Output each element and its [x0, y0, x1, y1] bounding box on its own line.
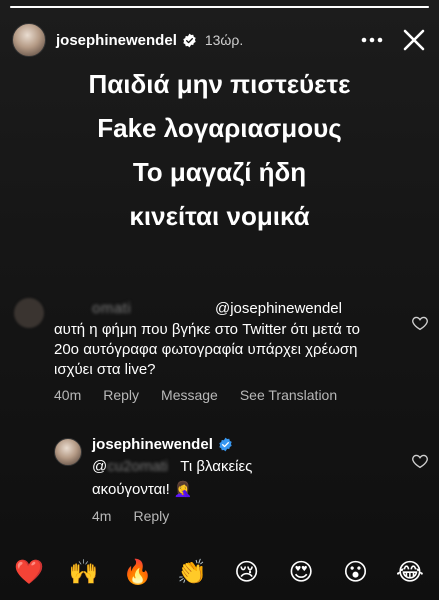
reply-meta: 4m Reply [92, 508, 169, 524]
reply-text: Τι βλακείες [180, 458, 253, 475]
story-progress-bar [10, 6, 429, 8]
headline-line: κινείται νομικά [129, 201, 310, 231]
story-header: josephinewendel 13ώρ. [12, 18, 429, 62]
story-progress-fill [10, 6, 429, 8]
verified-icon [182, 33, 197, 48]
close-icon[interactable] [399, 25, 429, 55]
reply-button[interactable]: Reply [103, 387, 139, 403]
message-button[interactable]: Message [161, 387, 218, 403]
reply-username[interactable]: josephinewendel [92, 436, 213, 453]
comment-meta: 40m Reply Message See Translation [54, 387, 337, 403]
reaction-clap[interactable]: 👏 [177, 558, 207, 586]
quick-reactions-bar: ❤️ 🙌 🔥 👏 😢 😍 😮 😂 [0, 552, 439, 592]
story-time: 13ώρ. [204, 32, 244, 48]
story-viewer: josephinewendel 13ώρ. Παιδιά μην πιστεύε… [0, 0, 439, 600]
comment-time: 40m [54, 387, 82, 403]
reaction-heart[interactable]: ❤️ [14, 558, 44, 586]
headline-line: Fake λογαριασμους [97, 113, 342, 143]
reply-username-row: josephinewendel [92, 436, 233, 453]
reaction-laughing[interactable]: 😂 [395, 558, 425, 586]
comment-mention[interactable]: @josephinewendel [215, 300, 342, 317]
reply-button[interactable]: Reply [133, 508, 169, 524]
comment-reply: josephinewendel @cu2omati Τι βλακείες ακ… [0, 432, 439, 532]
reaction-heart-eyes[interactable]: 😍 [286, 558, 316, 586]
avatar[interactable] [12, 23, 46, 57]
heart-icon[interactable] [411, 314, 429, 332]
comment-question: omati @josephinewendel αυτή η φήμη που β… [0, 292, 439, 410]
comment-text: αυτή η φήμη που βγήκε στο Twitter ότι με… [54, 321, 361, 378]
commenter-avatar[interactable] [14, 298, 44, 328]
reply-avatar[interactable] [54, 438, 82, 466]
see-translation-button[interactable]: See Translation [240, 387, 337, 403]
reaction-fire[interactable]: 🔥 [123, 558, 153, 586]
story-username[interactable]: josephinewendel [56, 32, 177, 49]
reaction-surprised[interactable]: 😮 [341, 558, 371, 586]
reply-mention-prefix[interactable]: @ [92, 458, 107, 475]
reaction-crying[interactable]: 😢 [232, 558, 262, 586]
heart-icon[interactable] [411, 452, 429, 470]
reply-text-line2: ακούγονται! 🤦‍♀️ [92, 481, 193, 498]
blurred-commenter-name: omati [92, 300, 132, 317]
headline-line: Παιδιά μην πιστεύετε [88, 69, 351, 99]
blurred-handle: cu2omati [107, 458, 169, 475]
more-icon[interactable] [357, 25, 387, 55]
reply-text-line1: @cu2omati Τι βλακείες [92, 458, 252, 475]
reaction-raised-hands[interactable]: 🙌 [68, 558, 98, 586]
headline-line: Το μαγαζί ήδη [132, 157, 307, 187]
story-headline: Παιδιά μην πιστεύετε Fake λογαριασμους Τ… [0, 62, 439, 238]
verified-icon [218, 437, 233, 452]
reply-time: 4m [92, 508, 112, 524]
